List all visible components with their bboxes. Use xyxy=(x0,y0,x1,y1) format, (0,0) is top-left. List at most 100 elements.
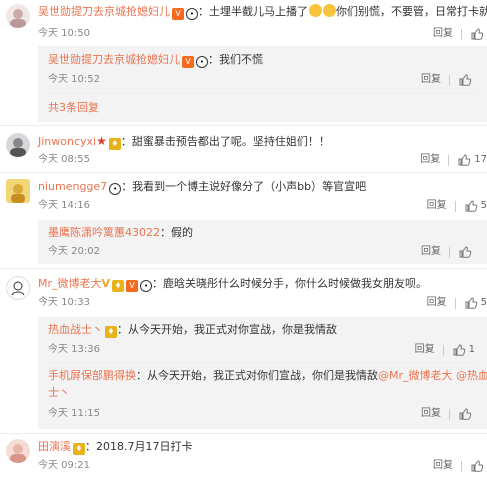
timestamp: 今天 08:55 xyxy=(38,154,90,165)
username-link[interactable]: Jinwoncyxi xyxy=(38,135,96,148)
username-link[interactable]: Mr_微博老大 xyxy=(38,277,102,290)
level-badge-icon: ♦ xyxy=(73,443,85,455)
reply-actions: 回复 1 xyxy=(415,343,475,357)
timestamp: 今天 20:02 xyxy=(48,246,100,257)
panda-badge-icon: • xyxy=(140,280,153,292)
avatar[interactable] xyxy=(6,133,30,157)
divider xyxy=(0,433,487,434)
timestamp: 今天 10:52 xyxy=(48,74,100,85)
thumbs-up-icon[interactable] xyxy=(458,73,472,87)
vip-badge-icon: V xyxy=(126,280,139,292)
reply-button[interactable]: 回复 xyxy=(433,459,453,473)
thumbs-up-icon[interactable] xyxy=(458,407,472,421)
timestamp: 今天 11:15 xyxy=(48,408,100,419)
reply-line: 热血战士丶 ♦ ：从今天开始，我正式对你宣战，你是我情敌 xyxy=(48,322,337,338)
avatar[interactable] xyxy=(6,4,30,28)
thumbs-up-icon[interactable] xyxy=(452,343,466,357)
divider xyxy=(461,460,462,472)
avatar[interactable] xyxy=(6,179,30,203)
comment-text: ：我看到一个博主说好像分了（小声bb）等官宣吧 xyxy=(121,180,367,193)
reply-button[interactable]: 回复 xyxy=(433,27,453,41)
emoji-icon xyxy=(323,4,336,17)
reply-button[interactable]: 回复 xyxy=(421,73,441,87)
divider xyxy=(448,154,450,166)
username-link[interactable]: 手机屏保部鹏得换 xyxy=(48,369,136,382)
comment-text-cont: 你们别慌，不要管，日常打卡就行 xyxy=(336,5,487,18)
divider xyxy=(442,344,444,356)
reply-actions: 回复 xyxy=(421,407,475,421)
thumbs-up-icon[interactable] xyxy=(458,245,472,259)
comment-line: niumengge7 • ：我看到一个博主说好像分了（小声bb）等官宣吧 xyxy=(38,179,366,195)
reply-text: ：假的 xyxy=(160,226,193,239)
comment-line: 吴世勋提刀去京城抢媳妇儿 V • ：土埋半截儿马上播了 你们别慌，不要管，日常打卡就行 xyxy=(38,4,487,20)
reply-line: 手机屏保部鹏得换：从今天开始，我正式对你们宣战，你们是我情敌@Mr_微博老大 @… xyxy=(48,368,487,384)
vip-badge-icon: V xyxy=(182,56,194,68)
reply-text: ：从今天开始，我正式对你宣战，你是我情敌 xyxy=(117,323,337,336)
reply-box: 热血战士丶 ♦ ：从今天开始，我正式对你宣战，你是我情敌 今天 13:36 回复 1 … xyxy=(38,317,487,429)
reply-button[interactable]: 回复 xyxy=(415,343,435,357)
like-count: 5 xyxy=(480,297,487,308)
more-replies-link[interactable]: 共3条回复 xyxy=(48,100,99,116)
divider xyxy=(449,408,450,420)
divider xyxy=(454,297,456,309)
username-link[interactable]: 田演溪 xyxy=(38,440,71,453)
mention-link[interactable]: @Mr_微博老大 xyxy=(378,369,453,382)
comment-actions: 回复 5 xyxy=(427,296,487,310)
reply-line: 墨鹰陈潇吟篱蕙43022：假的 xyxy=(48,225,193,241)
thumbs-up-icon[interactable] xyxy=(464,199,478,213)
reply-text: ：我们不慌 xyxy=(208,53,263,66)
comment-actions: 回复 5 xyxy=(427,199,487,213)
avatar[interactable] xyxy=(6,276,30,300)
level-badge-icon: ♦ xyxy=(108,138,121,150)
reply-button[interactable]: 回复 xyxy=(421,407,441,421)
username-link[interactable]: 热血战士丶 xyxy=(48,323,103,336)
divider xyxy=(461,28,462,40)
username-link[interactable]: 吴世勋提刀去京城抢媳妇儿 xyxy=(48,53,180,66)
timestamp: 今天 09:21 xyxy=(38,460,90,471)
vip-badge-icon: V xyxy=(172,8,184,20)
avatar[interactable] xyxy=(6,439,30,463)
divider xyxy=(0,172,487,173)
thumbs-up-icon[interactable] xyxy=(457,153,471,167)
reply-button[interactable]: 回复 xyxy=(427,296,447,310)
reply-button[interactable]: 回复 xyxy=(420,153,440,167)
comment-line: Mr_微博老大V ♦ V • ：鹿晗关晓彤什么时候分手，你什么时候做我女朋友呗。 xyxy=(38,276,427,292)
comment-actions: 回复 xyxy=(433,27,487,41)
comment-text: ：2018.7月17日打卡 xyxy=(85,440,193,453)
thumbs-up-icon[interactable] xyxy=(464,296,478,310)
reply-box: 吴世勋提刀去京城抢媳妇儿 V • ：我们不慌 今天 10:52 回复 共3条回复 xyxy=(38,46,487,122)
panda-badge-icon: • xyxy=(186,8,198,20)
like-count: 1 xyxy=(468,344,475,355)
like-count: 17 xyxy=(474,154,487,165)
reply-button[interactable]: 回复 xyxy=(421,245,441,259)
reply-line: 吴世勋提刀去京城抢媳妇儿 V • ：我们不慌 xyxy=(48,52,263,68)
comment-text: ：甜蜜暴击预告都出了呢。坚持住姐们！！ xyxy=(120,135,330,148)
mention-link[interactable]: @热血战 xyxy=(456,369,487,382)
comment-actions: 回复 17 xyxy=(420,153,487,167)
panda-badge-icon: • xyxy=(109,183,122,195)
comment-text: ：鹿晗关晓彤什么时候分手，你什么时候做我女朋友呗。 xyxy=(152,277,428,290)
emoji-icon xyxy=(309,4,322,17)
divider xyxy=(0,268,487,269)
star-badge-icon: ★ xyxy=(96,134,107,148)
mention-link-cont[interactable]: 士丶 xyxy=(48,386,70,399)
comment-line: Jinwoncyxi★ ♦ ：甜蜜暴击预告都出了呢。坚持住姐们！！ xyxy=(38,133,330,150)
divider xyxy=(449,74,450,86)
username-link[interactable]: 墨鹰陈潇吟篱蕙43022 xyxy=(48,226,160,239)
timestamp: 今天 14:16 xyxy=(38,200,90,211)
thumbs-up-icon[interactable] xyxy=(470,27,484,41)
level-badge-icon: ♦ xyxy=(112,280,125,292)
level-badge-icon: ♦ xyxy=(105,326,117,338)
comment-text: ：土埋半截儿马上播了 xyxy=(198,5,308,18)
username-link[interactable]: niumengge7 xyxy=(38,180,107,193)
reply-text: ：从今天开始，我正式对你们宣战，你们是我情敌 xyxy=(136,369,378,382)
thumbs-up-icon[interactable] xyxy=(470,459,484,473)
reply-line-cont: 士丶 xyxy=(48,385,70,401)
timestamp: 今天 13:36 xyxy=(48,344,100,355)
divider xyxy=(454,200,456,212)
divider xyxy=(449,246,450,258)
reply-button[interactable]: 回复 xyxy=(427,199,447,213)
divider xyxy=(0,125,487,126)
comment-line: 田演溪 ♦ ：2018.7月17日打卡 xyxy=(38,439,193,455)
username-link[interactable]: 吴世勋提刀去京城抢媳妇儿 xyxy=(38,5,170,18)
